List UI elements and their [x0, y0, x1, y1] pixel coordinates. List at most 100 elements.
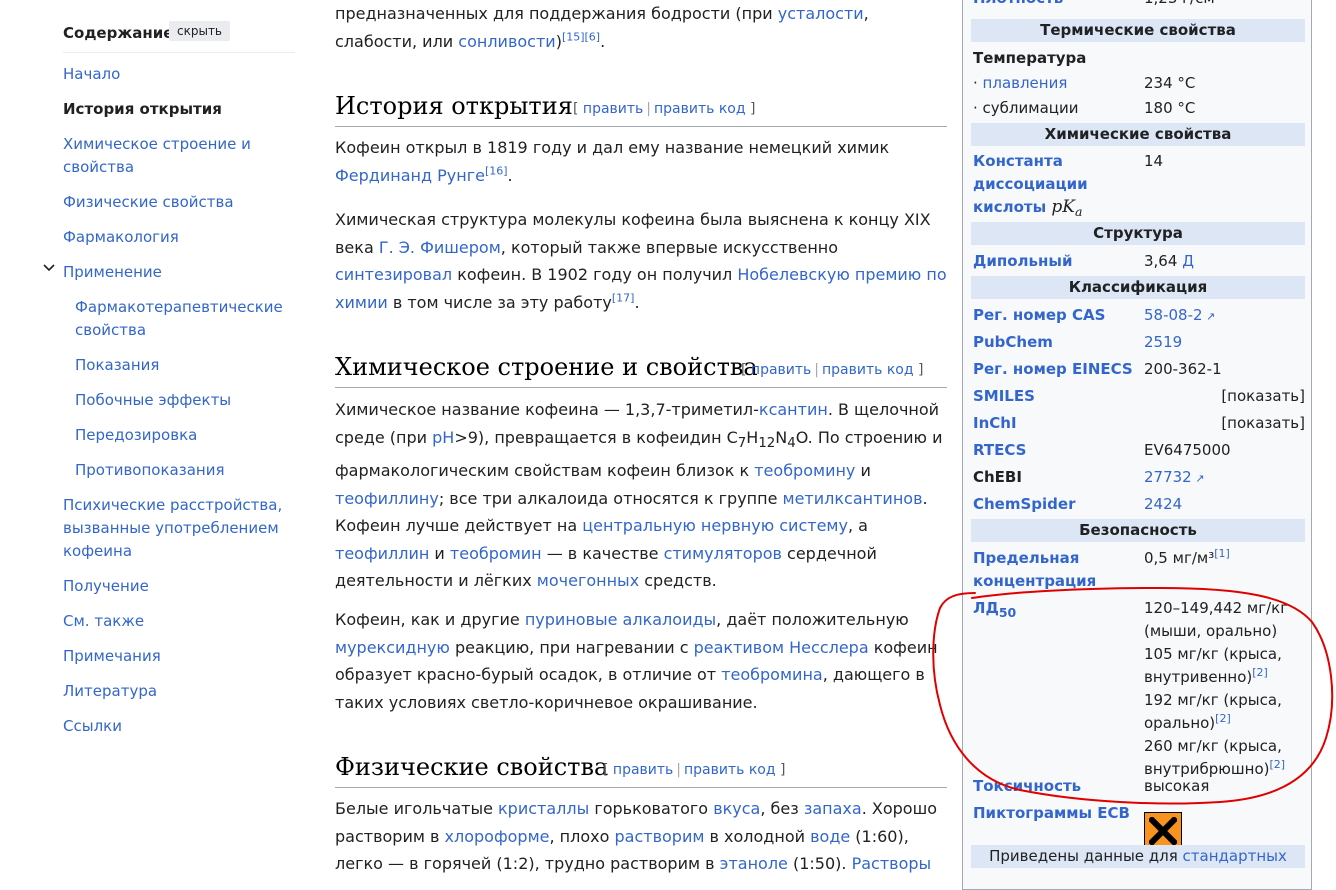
reference-link[interactable]: [16]	[485, 164, 508, 177]
reference-link[interactable]: [2]	[1270, 758, 1286, 771]
infobox-label-density[interactable]: Плотность	[973, 0, 1141, 10]
infobox-label-pubchem[interactable]: PubChem	[973, 331, 1141, 354]
link-theobromine[interactable]: теобромину	[754, 461, 855, 480]
edit-source-link[interactable]: править код	[822, 362, 914, 378]
label-text[interactable]: ЛД	[973, 599, 999, 617]
toc-item-pharmacology[interactable]: Фармакология	[63, 226, 295, 249]
toc-item-side-effects[interactable]: Побочные эффекты	[75, 389, 295, 412]
toc-item-chemistry[interactable]: Химическое строение и свойства	[63, 133, 295, 179]
text: .	[634, 292, 640, 312]
chevron-down-icon[interactable]	[43, 259, 55, 282]
link-solutions[interactable]: Растворы	[852, 854, 932, 873]
link-murexide[interactable]: мурексидную	[335, 638, 450, 657]
infobox-show-inchi[interactable]: [показать]	[1144, 412, 1305, 435]
show-toggle[interactable]: [показать]	[1221, 387, 1305, 405]
link-theophylline[interactable]: теофиллину	[335, 489, 439, 508]
text: .	[507, 165, 513, 185]
infobox-label-pka[interactable]: Константа диссоциации кислоты pKa	[973, 150, 1141, 223]
toc-hide-button[interactable]: скрыть	[169, 21, 230, 41]
infobox-value-toxicity: высокая	[1144, 777, 1210, 795]
link-theobromine-3[interactable]: теобромина	[721, 665, 823, 684]
link-synthesized[interactable]: синтезировал	[335, 265, 452, 284]
link-methylxanthines[interactable]: метилксантинов	[783, 489, 923, 508]
edit-source-link[interactable]: править код	[654, 101, 746, 117]
edit-link[interactable]: править	[613, 762, 673, 778]
link-ph[interactable]: pH	[432, 428, 454, 447]
reference-link[interactable]: [15][6]	[562, 30, 600, 43]
toc-item-physics[interactable]: Физические свойства	[63, 191, 295, 214]
toc-item-start[interactable]: Начало	[63, 63, 295, 86]
toc-item-links[interactable]: Ссылки	[63, 715, 295, 738]
show-toggle[interactable]: [показать]	[1221, 414, 1305, 432]
chebi-link[interactable]: 27732	[1144, 468, 1192, 486]
toc-item-history[interactable]: История открытия	[63, 98, 295, 121]
link-theobromine-2[interactable]: теобромин	[450, 544, 542, 563]
paragraph-chemistry-2: Кофеин, как и другие пуриновые алкалоиды…	[335, 606, 947, 716]
infobox-label-smiles[interactable]: SMILES	[973, 385, 1141, 408]
toc-item-see-also[interactable]: См. также	[63, 610, 295, 633]
chemspider-link[interactable]: 2424	[1144, 495, 1182, 513]
infobox-label-einecs[interactable]: Рег. номер EINECS	[973, 358, 1141, 381]
link-runge[interactable]: Фердинанд Рунге	[335, 166, 485, 185]
toc-item-label: Применение	[63, 263, 162, 281]
edit-link[interactable]: править	[751, 362, 811, 378]
text: , без	[760, 799, 804, 818]
link-fatigue[interactable]: усталости	[778, 4, 864, 23]
toc-item-overdose[interactable]: Передозировка	[75, 424, 295, 447]
toc-item-literature[interactable]: Литература	[63, 680, 295, 703]
toc-item-contraindications[interactable]: Противопоказания	[75, 459, 295, 482]
reference-link[interactable]: [17]	[612, 291, 635, 304]
cas-link[interactable]: 58-08-2	[1144, 306, 1203, 324]
toc-item-indications[interactable]: Показания	[75, 354, 295, 377]
paragraph-physics-1: Белые игольчатые кристаллы горьковатого …	[335, 795, 947, 878]
infobox-label-ld50[interactable]: ЛД50	[973, 597, 1141, 624]
toc-item-production[interactable]: Получение	[63, 575, 295, 598]
infobox-label-toxicity[interactable]: Токсичность	[973, 775, 1141, 798]
link-smell[interactable]: запаха	[804, 799, 862, 818]
edit-source-link[interactable]: править код	[684, 762, 776, 778]
link-ethanol[interactable]: этаноле	[720, 854, 788, 873]
infobox-label-ghs[interactable]: Пиктограммы ЕСВ	[973, 802, 1141, 825]
infobox-label-inchi[interactable]: InChI	[973, 412, 1141, 435]
infobox-label-melting[interactable]: · плавления	[973, 72, 1141, 95]
toc-item-notes[interactable]: Примечания	[63, 645, 295, 668]
edit-link[interactable]: править	[583, 101, 643, 117]
link-theophylline-2[interactable]: теофиллин	[335, 544, 429, 563]
infobox-label-rtecs[interactable]: RTECS	[973, 439, 1141, 462]
infobox-label-chemspider[interactable]: ChemSpider	[973, 493, 1141, 516]
infobox-label-limit[interactable]: Предельная концентрация	[973, 547, 1141, 593]
toc-item-mental-disorders[interactable]: Психические расстройства, вызванные упот…	[63, 494, 295, 563]
link-taste[interactable]: вкуса	[713, 799, 760, 818]
infobox-section-classification: Классификация	[971, 276, 1305, 299]
reference-link[interactable]: [2]	[1215, 712, 1231, 725]
infobox-value-cas[interactable]: 58-08-2 ↗	[1144, 304, 1305, 328]
infobox-label-cas[interactable]: Рег. номер CAS	[973, 304, 1141, 327]
infobox-value-chebi[interactable]: 27732 ↗	[1144, 466, 1305, 490]
link-cns[interactable]: центральную нервную систему	[582, 516, 848, 535]
toc-item-usage[interactable]: Применение	[43, 261, 295, 284]
link-crystals[interactable]: кристаллы	[498, 799, 589, 818]
infobox-sublabel[interactable]: плавления	[983, 74, 1068, 92]
link-xanthine[interactable]: ксантин	[759, 400, 828, 419]
text: и	[855, 461, 871, 481]
reference-link[interactable]: [1]	[1214, 547, 1230, 560]
toc-item-pharmacotherapy[interactable]: Фармакотерапевтические свойства	[75, 296, 295, 342]
link-soluble[interactable]: растворим	[615, 827, 705, 846]
infobox-value-pubchem[interactable]: 2519	[1144, 331, 1305, 354]
link-diuretics[interactable]: мочегонных	[537, 571, 639, 590]
link-fischer[interactable]: Г. Э. Фишером	[379, 238, 501, 257]
unit-link-debye[interactable]: Д	[1182, 252, 1194, 270]
link-chloroform[interactable]: хлороформе	[445, 827, 550, 846]
value-text: 0,5 мг/м³	[1144, 549, 1215, 567]
infobox-value-chemspider[interactable]: 2424	[1144, 493, 1305, 516]
standard-conditions-link[interactable]: стандартных	[1183, 847, 1287, 865]
reference-link[interactable]: [2]	[1252, 666, 1268, 679]
link-nessler[interactable]: реактивом Несслера	[694, 638, 869, 657]
link-water[interactable]: воде	[810, 827, 850, 846]
link-purine-alkaloids[interactable]: пуриновые алкалоиды	[525, 610, 716, 629]
link-drowsiness[interactable]: сонливости	[458, 32, 555, 51]
infobox-show-smiles[interactable]: [показать]	[1144, 385, 1305, 408]
link-stimulants[interactable]: стимуляторов	[664, 544, 782, 563]
pubchem-link[interactable]: 2519	[1144, 333, 1182, 351]
text: , плохо	[549, 826, 615, 846]
